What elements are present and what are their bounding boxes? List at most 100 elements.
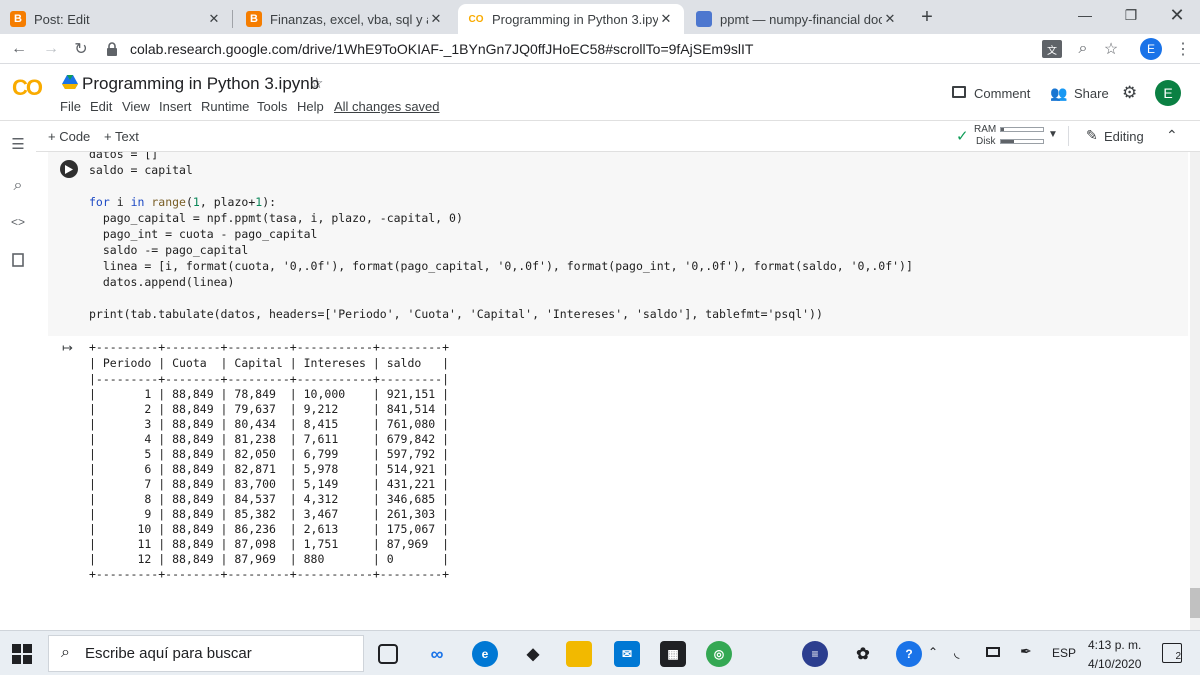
back-icon[interactable]: ← [8,38,30,60]
table-row: | 6 | 88,849 | 82,871 | 5,978 | 514,921 … [89,462,450,476]
minimize-icon[interactable]: — [1062,0,1108,30]
settings-gear-icon[interactable]: ⚙ [1122,83,1137,103]
notebook-scrollbar[interactable] [1190,152,1200,630]
help-icon[interactable]: ? [896,641,922,667]
blogger-icon: B [10,11,26,27]
table-border: |---------+--------+---------+----------… [89,372,450,386]
scrollbar-thumb[interactable] [1190,588,1200,618]
clock-date[interactable]: 4/10/2020 [1088,657,1141,671]
photos-app-icon[interactable]: ✿ [850,641,876,667]
infinity-app-icon[interactable]: ∞ [424,641,450,667]
window-close-icon[interactable]: ✕ [1154,0,1200,30]
action-center-icon[interactable]: 2 [1162,643,1182,663]
add-text-button[interactable]: + Text [104,129,139,144]
table-row: | 8 | 88,849 | 84,537 | 4,312 | 346,685 … [89,492,450,506]
save-status[interactable]: All changes saved [334,99,440,114]
pen-workspace-icon[interactable]: ✒ [1020,643,1032,660]
chrome-icon[interactable]: ◎ [706,641,732,667]
windows-taskbar: ⌕ Escribe aquí para buscar ∞ e ◆ ✉ ▦ ◎ ≡… [0,630,1200,675]
menu-edit[interactable]: Edit [90,99,112,114]
chrome-menu-icon[interactable]: ⋮ [1172,38,1194,60]
battery-icon[interactable] [986,647,1000,657]
code-cell[interactable]: datos = [] saldo = capital for i in rang… [48,152,1188,336]
table-row: | 1 | 88,849 | 78,849 | 10,000 | 921,151… [89,387,450,401]
wifi-icon[interactable]: ◟ [954,644,959,661]
search-icon[interactable]: ⌕ [8,176,28,196]
address-bar[interactable]: colab.research.google.com/drive/1WhE9ToO… [104,36,1034,62]
ram-usage-bar [1000,127,1044,132]
menu-tools[interactable]: Tools [257,99,287,114]
blogger-icon: B [246,11,262,27]
forward-icon[interactable]: → [40,38,62,60]
editing-mode-button[interactable]: Editing [1104,129,1144,144]
browser-toolbar: ← → ↻ colab.research.google.com/drive/1W… [0,34,1200,64]
close-tab-icon[interactable]: ✕ [428,11,444,27]
eclipse-icon[interactable]: ≡ [802,641,828,667]
file-explorer-icon[interactable] [566,641,592,667]
menu-file[interactable]: File [60,99,81,114]
output-actions-icon[interactable]: ↦ [62,340,73,356]
new-tab-button[interactable]: + [914,4,940,30]
files-icon[interactable] [8,250,28,270]
menu-insert[interactable]: Insert [159,99,192,114]
comment-button[interactable]: Comment [974,86,1030,101]
table-row: | 4 | 88,849 | 81,238 | 7,611 | 679,842 … [89,432,450,446]
code-token: for [89,195,110,209]
collapse-header-icon[interactable]: ⌃ [1166,127,1178,144]
tab-programming-python[interactable]: CO Programming in Python 3.ipynb ✕ [458,4,684,34]
cell-output: ↦ +---------+--------+---------+--------… [48,336,1188,596]
tab-finanzas[interactable]: B Finanzas, excel, vba, sql y algo m ✕ [236,4,454,34]
star-notebook-icon[interactable]: ☆ [310,74,323,92]
tab-post-edit[interactable]: B Post: Edit ✕ [0,4,232,34]
add-code-button[interactable]: + Code [48,129,90,144]
reload-icon[interactable]: ↻ [70,38,92,60]
menu-view[interactable]: View [122,99,150,114]
profile-avatar[interactable]: E [1140,38,1162,60]
windows-start-icon[interactable] [12,644,32,664]
numpy-icon [696,11,712,27]
share-button[interactable]: Share [1074,86,1109,101]
table-row: | 3 | 88,849 | 80,434 | 8,415 | 761,080 … [89,417,450,431]
task-view-icon[interactable] [378,644,398,664]
tray-expand-icon[interactable]: ⌃ [928,645,938,659]
zoom-icon[interactable]: ⌕ [1072,38,1094,60]
clock-time[interactable]: 4:13 p. m. [1088,638,1141,652]
dropbox-icon[interactable]: ◆ [520,641,546,667]
table-row: | 11 | 88,849 | 87,098 | 1,751 | 87,969 … [89,537,450,551]
input-language[interactable]: ESP [1052,646,1076,660]
close-tab-icon[interactable]: ✕ [658,11,674,27]
table-row: | 7 | 88,849 | 83,700 | 5,149 | 431,221 … [89,477,450,491]
menu-help[interactable]: Help [297,99,324,114]
code-token: range [151,195,186,209]
notebook-title[interactable]: Programming in Python 3.ipynb [82,74,319,94]
run-cell-button[interactable] [60,160,78,178]
left-sidebar: ☰ ⌕ <> [0,122,36,630]
code-token: in [130,195,145,209]
tab-title: Programming in Python 3.ipynb [492,11,658,27]
store-icon[interactable]: ▦ [660,641,686,667]
play-icon [65,164,73,174]
tab-ppmt-docs[interactable]: ppmt — numpy-financial docume ✕ [686,4,908,34]
tab-divider [232,10,233,28]
translate-icon[interactable]: 文 [1042,40,1062,58]
bookmark-star-icon[interactable]: ☆ [1100,38,1122,60]
code-line: saldo -= pago_capital [89,243,249,257]
taskbar-search-input[interactable]: ⌕ Escribe aquí para buscar [48,635,364,672]
resources-dropdown-icon[interactable]: ▼ [1048,129,1058,140]
pencil-icon: ✎ [1086,127,1098,143]
table-of-contents-icon[interactable]: ☰ [8,134,28,154]
code-line: pago_capital = npf.ppmt(tasa, i, plazo, … [89,211,463,225]
menu-runtime[interactable]: Runtime [201,99,249,114]
colab-logo[interactable]: CO [12,75,43,101]
tab-title: Finanzas, excel, vba, sql y algo m [270,11,428,27]
table-row: | 5 | 88,849 | 82,050 | 6,799 | 597,792 … [89,447,450,461]
edge-icon[interactable]: e [472,641,498,667]
close-tab-icon[interactable]: ✕ [882,11,898,27]
user-avatar[interactable]: E [1155,80,1181,106]
restore-icon[interactable]: ❐ [1108,0,1154,30]
mail-icon[interactable]: ✉ [614,641,640,667]
table-border: +---------+--------+---------+----------… [89,567,450,581]
close-tab-icon[interactable]: ✕ [206,11,222,27]
url-text: colab.research.google.com/drive/1WhE9ToO… [130,41,754,57]
code-snippets-icon[interactable]: <> [8,212,28,232]
